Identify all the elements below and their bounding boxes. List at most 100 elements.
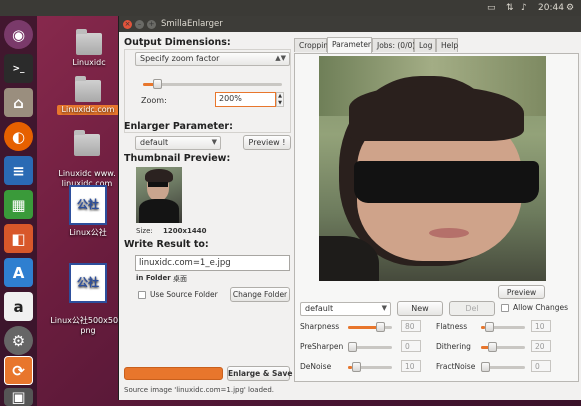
size-value: 1200x1440 [163,227,207,235]
param-value-flatness[interactable]: 10 [531,320,551,332]
in-folder-label: in Folder [136,274,171,282]
param-value-presharpen[interactable]: 0 [401,340,421,352]
folder-icon [75,76,101,102]
files-icon[interactable]: ⌂ [4,88,33,117]
tab-jobs-0-0[interactable]: Jobs: (0/0) [372,38,415,52]
param-slider-presharpen[interactable] [348,342,392,352]
preview-image [319,56,546,281]
param-label-dithering: Dithering [436,342,471,351]
allow-changes-checkbox[interactable] [501,304,509,312]
zoom-spinner[interactable]: ▲ ▼ [276,92,284,107]
allow-changes-label: Allow Changes [513,303,569,312]
dimension-mode-select[interactable]: Specify zoom factor ▲▼ [135,52,290,66]
zoom-slider[interactable] [143,79,282,89]
del-button[interactable]: Del [449,301,495,316]
smillaenlarger-icon[interactable]: ⟳ [4,356,33,385]
param-slider-fractnoise[interactable] [481,362,525,372]
maximize-icon[interactable]: + [147,20,156,29]
tab-log[interactable]: Log [414,38,436,52]
size-label: Size: [136,227,153,235]
param-slider-handle[interactable] [484,322,494,332]
param-slider-handle[interactable] [348,342,357,352]
volume-icon[interactable]: ♪ [521,3,527,13]
param-slider-handle[interactable] [481,362,490,372]
impress-icon[interactable]: ◧ [4,224,33,253]
chevron-down-icon: ▼ [381,304,387,312]
param-label-fractnoise: FractNoise [436,362,476,371]
window-title: SmillaEnlarger [161,19,223,29]
clock[interactable]: 20:44 [538,3,564,13]
param-value-text: 0 [405,342,410,351]
tab-cropping[interactable]: Cropping [294,38,333,52]
enlarge-save-button[interactable]: Enlarge & Save [227,366,292,381]
folder-value: 桌面 [173,275,187,283]
thumbnail-preview-heading: Thumbnail Preview: [124,153,231,164]
folder-icon [74,130,100,156]
keyboard-icon[interactable]: ▭ [487,3,496,13]
param-slider-handle[interactable] [351,362,361,372]
param-value-text: 20 [535,342,545,351]
amazon-icon[interactable]: a [4,292,33,321]
linux-gongshe-logo-icon: 公社 [69,185,107,225]
writer-icon[interactable]: ≡ [4,156,33,185]
desktop-icon-linuxidc-com[interactable]: Linuxidc.com [57,76,119,115]
top-panel: ▭ ⇅ ♪ 20:44 ⚙ [0,0,581,16]
software-center-icon[interactable]: A [4,258,33,287]
param-value-dithering[interactable]: 20 [531,340,551,352]
minimize-icon[interactable]: – [135,20,144,29]
param-slider-handle[interactable] [488,342,497,352]
desktop-icon-linux-gongshe[interactable]: 公社 Linux公社 [58,185,118,238]
launcher: ◉ >_ ⌂ ◐ ≡ ▦ ◧ A a ⚙ ⟳ ▣ [0,16,37,406]
write-result-heading: Write Result to: [124,239,209,250]
param-value-text: 10 [535,322,545,331]
linux-gongshe-logo-icon: 公社 [69,263,107,303]
param-value-text: 0 [535,362,540,371]
param-label-presharpen: PreSharpen [300,342,344,351]
dash-home-icon[interactable]: ◉ [4,20,33,49]
param-label-sharpness: Sharpness [300,322,340,331]
param-value-text: 80 [405,322,415,331]
title-bar[interactable]: × – + SmillaEnlarger [119,16,581,32]
param-slider-flatness[interactable] [481,322,525,332]
tab-help[interactable]: Help [436,38,458,52]
tab-parameter[interactable]: Parameter [327,37,372,53]
use-source-folder-label: Use Source Folder [150,290,218,299]
param-label-denoise: DeNoise [300,362,332,371]
param-label-flatness: Flatness [436,322,468,331]
parameter-preset-select[interactable]: default ▼ [300,302,391,316]
progress-bar [124,367,223,380]
preview-bang-button[interactable]: Preview ! [243,135,291,150]
zoom-input[interactable]: 200% [215,92,276,107]
zoom-label: Zoom: [141,96,167,105]
chevron-down-icon: ▼ [211,138,217,146]
zoom-slider-handle[interactable] [153,79,163,89]
enlarger-parameter-heading: Enlarger Parameter: [124,121,233,132]
calc-icon[interactable]: ▦ [4,190,33,219]
param-value-fractnoise[interactable]: 0 [531,360,551,372]
network-icon[interactable]: ⇅ [506,3,514,13]
param-value-denoise[interactable]: 10 [401,360,421,372]
new-button[interactable]: New [397,301,443,316]
close-icon[interactable]: × [123,20,132,29]
change-folder-button[interactable]: Change Folder [230,287,290,302]
image-viewer-icon[interactable]: ▣ [4,388,33,406]
folder-icon [76,29,102,55]
desktop-icon-linuxidc[interactable]: Linuxidc [62,29,116,68]
param-slider-handle[interactable] [376,322,385,332]
preset-select[interactable]: default ▼ [135,136,221,150]
smillaenlarger-window: × – + SmillaEnlarger Output Dimensions: … [118,16,581,400]
terminal-icon[interactable]: >_ [4,54,33,83]
desktop-icon-linux-gongshe-png[interactable]: 公社 Linux公社500x500. png [50,253,126,346]
param-slider-denoise[interactable] [348,362,392,372]
preview-button[interactable]: Preview [498,285,545,299]
output-dimensions-heading: Output Dimensions: [124,37,231,48]
use-source-folder-checkbox[interactable] [138,291,146,299]
firefox-icon[interactable]: ◐ [4,122,33,151]
param-slider-sharpness[interactable] [348,322,392,332]
param-slider-dithering[interactable] [481,342,525,352]
chevron-down-icon: ▲▼ [275,54,286,62]
gear-icon[interactable]: ⚙ [566,3,574,13]
settings-icon[interactable]: ⚙ [4,326,33,355]
output-filename-input[interactable]: linuxidc.com=1_e.jpg [135,255,290,271]
param-value-sharpness[interactable]: 80 [401,320,421,332]
